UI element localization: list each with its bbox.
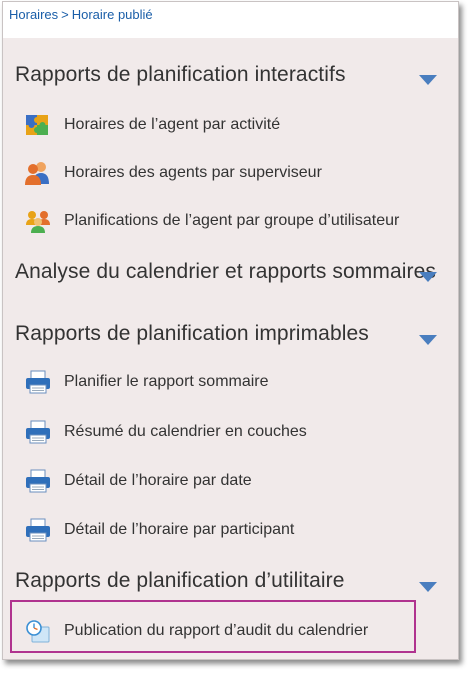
report-item-schedule-detail-by-date[interactable]: Détail de l’horaire par date	[23, 464, 452, 498]
report-item-calendar-audit-publication[interactable]: Publication du rapport d’audit du calend…	[23, 614, 452, 648]
report-item-label: Planifier le rapport sommaire	[64, 373, 269, 390]
chevron-down-icon[interactable]	[419, 75, 437, 85]
audit-clock-icon	[23, 617, 53, 645]
section-title-utility-reports[interactable]: Rapports de planification d’utilitaire	[15, 569, 458, 593]
breadcrumb-bar: Horaires > Horaire publié	[3, 2, 458, 38]
section-title-printable-reports[interactable]: Rapports de planification imprimables	[15, 322, 458, 346]
section-title-interactive-reports[interactable]: Rapports de planification interactifs	[15, 63, 458, 87]
breadcrumb-item-horaires[interactable]: Horaires	[9, 7, 58, 22]
reports-panel: Horaires > Horaire publié Rapports de plan…	[2, 1, 459, 660]
section-title-calendar-analysis[interactable]: Analyse du calendrier et rapports sommai…	[15, 260, 458, 284]
user-group-icon	[23, 207, 53, 235]
breadcrumb-item-horaire-publie[interactable]: Horaire publié	[72, 7, 153, 22]
printer-icon	[23, 516, 53, 544]
report-item-agent-schedules-by-supervisor[interactable]: Horaires des agents par superviseur	[23, 156, 452, 190]
printer-icon	[23, 467, 53, 495]
report-item-label: Planifications de l’agent par groupe d’u…	[64, 212, 400, 229]
report-item-label: Détail de l’horaire par participant	[64, 521, 295, 538]
breadcrumb: Horaires > Horaire publié	[9, 7, 153, 22]
report-item-schedule-summary[interactable]: Planifier le rapport sommaire	[23, 365, 452, 399]
report-item-label: Publication du rapport d’audit du calend…	[64, 622, 369, 639]
chevron-down-icon[interactable]	[419, 582, 437, 592]
report-item-label: Horaires des agents par superviseur	[64, 164, 322, 181]
report-item-label: Horaires de l’agent par activité	[64, 116, 281, 133]
breadcrumb-separator: >	[61, 7, 69, 22]
chevron-down-icon[interactable]	[419, 335, 437, 345]
report-item-schedule-detail-by-participant[interactable]: Détail de l’horaire par participant	[23, 513, 452, 547]
printer-icon	[23, 368, 53, 396]
printer-icon	[23, 418, 53, 446]
report-item-layered-calendar-summary[interactable]: Résumé du calendrier en couches	[23, 415, 452, 449]
supervisor-people-icon	[23, 159, 53, 187]
report-item-agent-schedules-by-activity[interactable]: Horaires de l’agent par activité	[23, 108, 452, 142]
report-item-agent-plans-by-user-group[interactable]: Planifications de l’agent par groupe d’u…	[23, 204, 452, 238]
report-item-label: Résumé du calendrier en couches	[64, 423, 307, 440]
report-item-label: Détail de l’horaire par date	[64, 472, 252, 489]
puzzle-icon	[23, 111, 53, 139]
chevron-down-icon[interactable]	[419, 272, 437, 282]
